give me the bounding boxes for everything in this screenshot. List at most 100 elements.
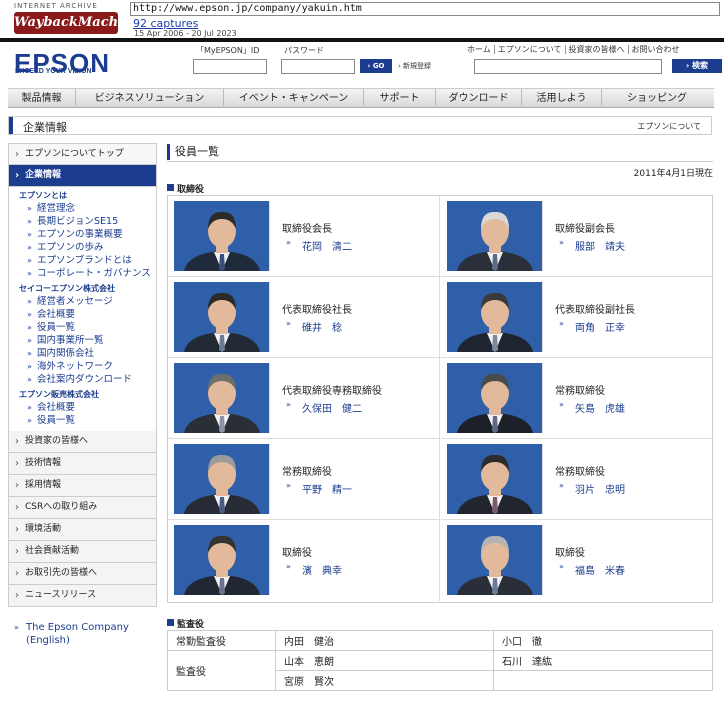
search-button[interactable]: › 検索 xyxy=(672,59,722,73)
sidebar-group-heading: セイコーエプソン株式会社 xyxy=(19,284,115,293)
sidebar-item-news[interactable]: ニュースリリース xyxy=(8,585,157,607)
director-photo xyxy=(447,282,543,352)
sidebar-link[interactable]: コーポレート・ガバナンス xyxy=(9,267,156,280)
site-search-input[interactable] xyxy=(474,59,662,74)
table-row: 常勤監査役 内田 健治 小口 徹 xyxy=(167,630,713,651)
sidebar-item-technology[interactable]: 技術情報 xyxy=(8,453,157,475)
top-link-home[interactable]: ホーム xyxy=(464,45,494,54)
sidebar-link[interactable]: エプソンの事業概要 xyxy=(9,228,156,241)
portrait-image xyxy=(447,444,542,514)
sidebar-item-environment[interactable]: 環境活動 xyxy=(8,519,157,541)
nav-shopping[interactable]: ショッピング xyxy=(602,89,712,108)
director-photo xyxy=(447,201,543,271)
director-role: 代表取締役副社長 xyxy=(555,305,635,316)
top-link-investors[interactable]: 投資家の皆様へ xyxy=(564,45,628,54)
director-name-link[interactable]: 両角 正幸 xyxy=(559,319,625,334)
chevron-right-icon: › xyxy=(367,62,371,70)
nav-events[interactable]: イベント・キャンペーン xyxy=(224,89,364,108)
sidebar-item-corporate[interactable]: 企業情報 xyxy=(8,165,157,187)
nav-products[interactable]: 製品情報 xyxy=(8,89,76,108)
capture-range: 15 Apr 2006 - 20 Jul 2023 xyxy=(134,29,237,38)
sidebar-item-csr[interactable]: CSRへの取り組み xyxy=(8,497,157,519)
login-go-button[interactable]: › GO xyxy=(360,59,392,73)
sidebar-item-careers[interactable]: 採用情報 xyxy=(8,475,157,497)
password-input[interactable] xyxy=(281,59,355,74)
english-site-link[interactable]: The Epson Company (English) xyxy=(8,621,157,647)
sidebar-link[interactable]: 長期ビジョンSE15 xyxy=(9,215,156,228)
director-role: 代表取締役専務取締役 xyxy=(282,386,382,397)
sidebar-link[interactable]: 国内事業所一覧 xyxy=(9,334,156,347)
sidebar-link[interactable]: 役員一覧 xyxy=(9,321,156,334)
director-photo xyxy=(174,363,270,433)
sidebar-item-about-top[interactable]: エプソンについてトップ xyxy=(8,143,157,165)
directors-grid: 取締役会長花岡 清二取締役副会長服部 靖夫代表取締役社長碓井 稔代表取締役副社長… xyxy=(167,195,713,603)
auditor-empty xyxy=(493,670,713,691)
sidebar-link[interactable]: 会社概要 xyxy=(9,401,156,414)
sidebar-link[interactable]: 海外ネットワーク xyxy=(9,360,156,373)
myepson-id-input[interactable] xyxy=(193,59,267,74)
auditors-table: 常勤監査役 内田 健治 小口 徹 監査役 山本 恵朗 石川 達紘 宮原 賢次 xyxy=(167,630,713,691)
sidebar-item-investors[interactable]: 投資家の皆様へ xyxy=(8,431,157,453)
director-name-link[interactable]: 碓井 稔 xyxy=(286,319,342,334)
section-title: 企業情報 xyxy=(23,121,67,134)
sidebar-item-partners[interactable]: お取引先の皆様へ xyxy=(8,563,157,585)
director-name-link[interactable]: 矢島 虎雄 xyxy=(559,400,625,415)
director-role: 代表取締役社長 xyxy=(282,305,352,316)
sidebar-link[interactable]: 役員一覧 xyxy=(9,414,156,427)
wayback-logo[interactable]: INTERNET ARCHIVE WaybackMachine xyxy=(14,2,141,36)
director-name-link[interactable]: 花岡 清二 xyxy=(286,238,352,253)
as-of-date: 2011年4月1日現在 xyxy=(633,169,713,179)
director-photo xyxy=(447,363,543,433)
nav-support[interactable]: サポート xyxy=(364,89,436,108)
section-title-bar: 企業情報 エプソンについて xyxy=(8,116,712,135)
director-name-link[interactable]: 福島 米春 xyxy=(559,562,625,577)
director-name-link[interactable]: 濱 典幸 xyxy=(286,562,342,577)
sidebar-link[interactable]: 会社案内ダウンロード xyxy=(9,373,156,386)
director-name-link[interactable]: 久保田 健二 xyxy=(286,400,362,415)
director-photo xyxy=(174,282,270,352)
sidebar-link[interactable]: 経営者メッセージ xyxy=(9,295,156,308)
sidebar-link[interactable]: 国内関係会社 xyxy=(9,347,156,360)
password-label: パスワード xyxy=(284,46,324,55)
portrait-image xyxy=(447,363,542,433)
register-link[interactable]: › 新規登録 xyxy=(398,61,431,71)
auditor-role: 監査役 xyxy=(167,650,276,691)
nav-utilize[interactable]: 活用しよう xyxy=(522,89,602,108)
sidebar-submenu: エプソンとは 経営理念 長期ビジョンSE15 エプソンの事業概要 エプソンの歩み… xyxy=(8,187,157,431)
go-label: GO xyxy=(372,62,385,70)
top-link-about[interactable]: エプソンについて xyxy=(493,45,565,54)
auditor-name: 内田 健治 xyxy=(275,630,494,651)
nav-download[interactable]: ダウンロード xyxy=(436,89,522,108)
top-links: ホーム エプソンについて 投資家の皆様へ お問い合わせ xyxy=(464,44,683,55)
sidebar-link[interactable]: 経営理念 xyxy=(9,202,156,215)
director-card: 代表取締役専務取締役久保田 健二 xyxy=(168,358,440,439)
director-name-link[interactable]: 平野 精一 xyxy=(286,481,352,496)
brand-tagline: EXCEED YOUR VISION xyxy=(15,68,92,75)
director-photo xyxy=(447,525,543,595)
director-name-link[interactable]: 羽片 忠明 xyxy=(559,481,625,496)
portrait-image xyxy=(174,444,269,514)
sidebar-item-social[interactable]: 社会貢献活動 xyxy=(8,541,157,563)
sidebar-link[interactable]: エプソンの歩み xyxy=(9,241,156,254)
sidebar-group-heading: エプソンとは xyxy=(19,191,67,200)
register-label: 新規登録 xyxy=(403,62,432,70)
search-label: 検索 xyxy=(692,61,709,70)
portrait-image xyxy=(447,201,542,271)
director-role: 取締役副会長 xyxy=(555,224,615,235)
section-accent xyxy=(9,117,13,134)
director-card: 代表取締役社長碓井 稔 xyxy=(168,277,440,358)
wayback-url-input[interactable]: http://www.epson.jp/company/yakuin.htm xyxy=(130,2,720,16)
director-role: 取締役 xyxy=(555,548,585,559)
director-name-link[interactable]: 服部 靖夫 xyxy=(559,238,625,253)
section-breadcrumb[interactable]: エプソンについて xyxy=(637,121,701,132)
sidebar-link[interactable]: エプソンブランドとは xyxy=(9,254,156,267)
director-card: 代表取締役副社長両角 正幸 xyxy=(441,277,713,358)
top-link-contact[interactable]: お問い合わせ xyxy=(627,45,683,54)
director-role: 常務取締役 xyxy=(282,467,332,478)
nav-business[interactable]: ビジネスソリューション xyxy=(76,89,224,108)
auditors-heading: 監査役 xyxy=(167,617,204,630)
auditor-name: 山本 恵朗 xyxy=(275,650,494,671)
sidebar: エプソンについてトップ 企業情報 エプソンとは 経営理念 長期ビジョンSE15 … xyxy=(8,143,157,647)
sidebar-link[interactable]: 会社概要 xyxy=(9,308,156,321)
site-header: EPSON EXCEED YOUR VISION 「MyEPSON」ID パスワ… xyxy=(0,44,724,88)
